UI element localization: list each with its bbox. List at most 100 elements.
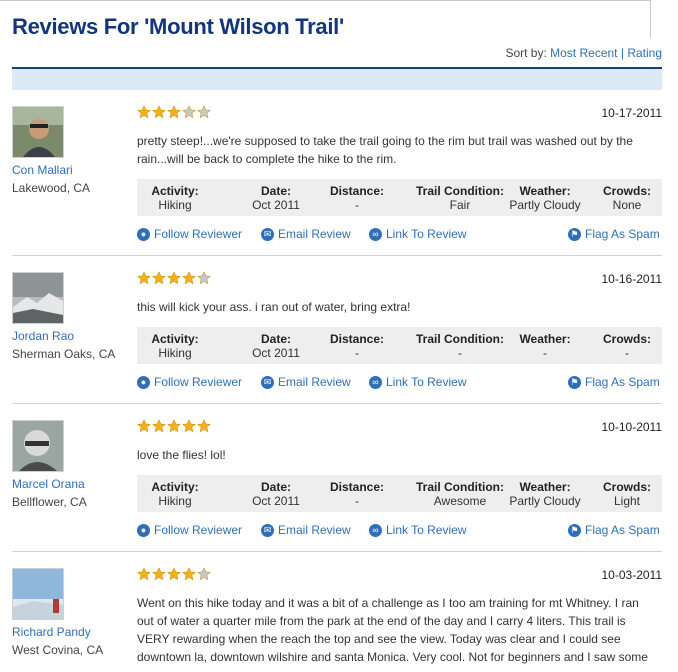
link-label: Link To Review xyxy=(386,375,467,389)
follow-reviewer-link[interactable]: ● Follow Reviewer xyxy=(137,375,242,389)
star-icon xyxy=(166,105,182,119)
reviewer-location: Bellflower, CA xyxy=(12,495,87,509)
stat-value: Partly Cloudy xyxy=(509,198,581,212)
flag-as-spam-link[interactable]: ⚑ Flag As Spam xyxy=(568,227,660,241)
email-review-link[interactable]: ✉ Email Review xyxy=(261,523,351,537)
trip-stats: Activity: Hiking Date: Oct 2011 Distance: - Tr… xyxy=(137,475,662,512)
rating-stars xyxy=(136,419,212,433)
flag-as-spam-link[interactable]: ⚑ Flag As Spam xyxy=(568,523,660,537)
stat-1: Date: Oct 2011 xyxy=(252,179,300,212)
star-icon xyxy=(136,271,152,285)
review-text: pretty steep!...we're supposed to take t… xyxy=(137,134,633,166)
sort-most-recent-link[interactable]: Most Recent xyxy=(550,46,617,60)
stat-5: Crowds: None xyxy=(603,179,651,212)
reviewer-avatar[interactable] xyxy=(12,568,64,620)
sort-separator: | xyxy=(620,46,624,60)
star-icon xyxy=(181,419,197,433)
stat-value: Oct 2011 xyxy=(252,346,300,360)
review-text: love the flies! lol! xyxy=(137,448,226,462)
person-icon: ● xyxy=(137,523,150,537)
reviews-list: Con Mallari Lakewood, CA 10-17-2011 pretty … xyxy=(12,90,662,672)
reviewer-name-link[interactable]: Jordan Rao xyxy=(12,329,74,343)
link-to-review-link[interactable]: ∞ Link To Review xyxy=(369,227,466,241)
review-actions: ● Follow Reviewer ✉ Email Review ∞ Link To Re… xyxy=(137,375,662,391)
reviewer-avatar[interactable] xyxy=(12,106,64,158)
stat-header: Date: xyxy=(260,480,291,494)
follow-reviewer-link[interactable]: ● Follow Reviewer xyxy=(137,523,242,537)
stat-header: Crowds: xyxy=(603,480,651,494)
star-icon xyxy=(196,271,212,285)
stat-header: Date: xyxy=(260,332,291,346)
follow-label: Follow Reviewer xyxy=(154,523,243,537)
star-icon xyxy=(166,271,182,285)
link-icon: ∞ xyxy=(369,375,382,389)
stat-value: Oct 2011 xyxy=(252,494,300,508)
review-date: 10-17-2011 xyxy=(601,106,663,120)
stat-4: Weather: - xyxy=(519,327,570,360)
review-date: 10-10-2011 xyxy=(601,420,663,434)
star-icon xyxy=(166,419,182,433)
stat-header: Activity: xyxy=(151,184,199,198)
star-icon xyxy=(181,567,197,581)
email-icon: ✉ xyxy=(261,227,274,241)
star-icon xyxy=(181,271,197,285)
stat-value: - xyxy=(355,346,359,360)
email-icon: ✉ xyxy=(261,375,274,389)
sort-bar: Sort by: Most Recent | Rating xyxy=(505,46,662,60)
rating-stars xyxy=(136,105,212,119)
sort-rating-link[interactable]: Rating xyxy=(627,46,662,60)
right-border xyxy=(650,0,651,38)
review-item: Con Mallari Lakewood, CA 10-17-2011 pretty … xyxy=(12,90,662,256)
star-icon xyxy=(151,419,167,433)
star-icon xyxy=(166,567,182,581)
follow-reviewer-link[interactable]: ● Follow Reviewer xyxy=(137,227,242,241)
stat-2: Distance: - xyxy=(330,179,384,212)
stat-value: - xyxy=(355,494,359,508)
email-review-link[interactable]: ✉ Email Review xyxy=(261,375,351,389)
review-date: 10-16-2011 xyxy=(601,272,663,286)
stat-value: Partly Cloudy xyxy=(509,494,581,508)
stat-header: Crowds: xyxy=(603,332,651,346)
rating-stars xyxy=(136,567,212,581)
email-label: Email Review xyxy=(278,227,351,241)
sort-label: Sort by: xyxy=(505,46,547,60)
link-to-review-link[interactable]: ∞ Link To Review xyxy=(369,375,466,389)
star-icon xyxy=(151,105,167,119)
stat-2: Distance: - xyxy=(330,327,384,360)
email-review-link[interactable]: ✉ Email Review xyxy=(261,227,351,241)
person-icon: ● xyxy=(137,375,150,389)
stat-4: Weather: Partly Cloudy xyxy=(509,179,580,212)
reviewer-name-link[interactable]: Richard Pandy xyxy=(12,625,91,639)
stat-value: - xyxy=(355,198,359,212)
email-icon: ✉ xyxy=(261,523,274,537)
flag-icon: ⚑ xyxy=(568,227,581,241)
stat-value: Awesome xyxy=(433,494,487,508)
reviewer-name-link[interactable]: Con Mallari xyxy=(12,163,73,177)
flag-label: Flag As Spam xyxy=(585,227,660,241)
link-to-review-link[interactable]: ∞ Link To Review xyxy=(369,523,466,537)
stat-header: Activity: xyxy=(151,480,199,494)
stat-value: Fair xyxy=(449,198,471,212)
link-icon: ∞ xyxy=(369,523,382,537)
reviewer-name-link[interactable]: Marcel Orana xyxy=(12,477,85,491)
stat-header: Trail Condition: xyxy=(416,480,504,494)
stat-5: Crowds: - xyxy=(603,327,651,360)
stat-header: Date: xyxy=(260,184,291,198)
stat-0: Activity: Hiking xyxy=(151,475,198,508)
star-icon xyxy=(196,567,212,581)
page-title: Reviews For 'Mount Wilson Trail' xyxy=(12,14,344,39)
stat-value: Hiking xyxy=(158,494,192,508)
flag-as-spam-link[interactable]: ⚑ Flag As Spam xyxy=(568,375,660,389)
email-label: Email Review xyxy=(278,523,351,537)
star-icon xyxy=(136,419,152,433)
link-icon: ∞ xyxy=(369,227,382,241)
review-actions: ● Follow Reviewer ✉ Email Review ∞ Link To Re… xyxy=(137,227,662,243)
reviewer-avatar[interactable] xyxy=(12,420,64,472)
email-label: Email Review xyxy=(278,375,351,389)
star-icon xyxy=(196,105,212,119)
stat-value: Oct 2011 xyxy=(252,198,300,212)
reviewer-avatar[interactable] xyxy=(12,272,64,324)
flag-icon: ⚑ xyxy=(568,375,581,389)
top-border xyxy=(0,0,650,1)
stat-value: Hiking xyxy=(158,346,192,360)
